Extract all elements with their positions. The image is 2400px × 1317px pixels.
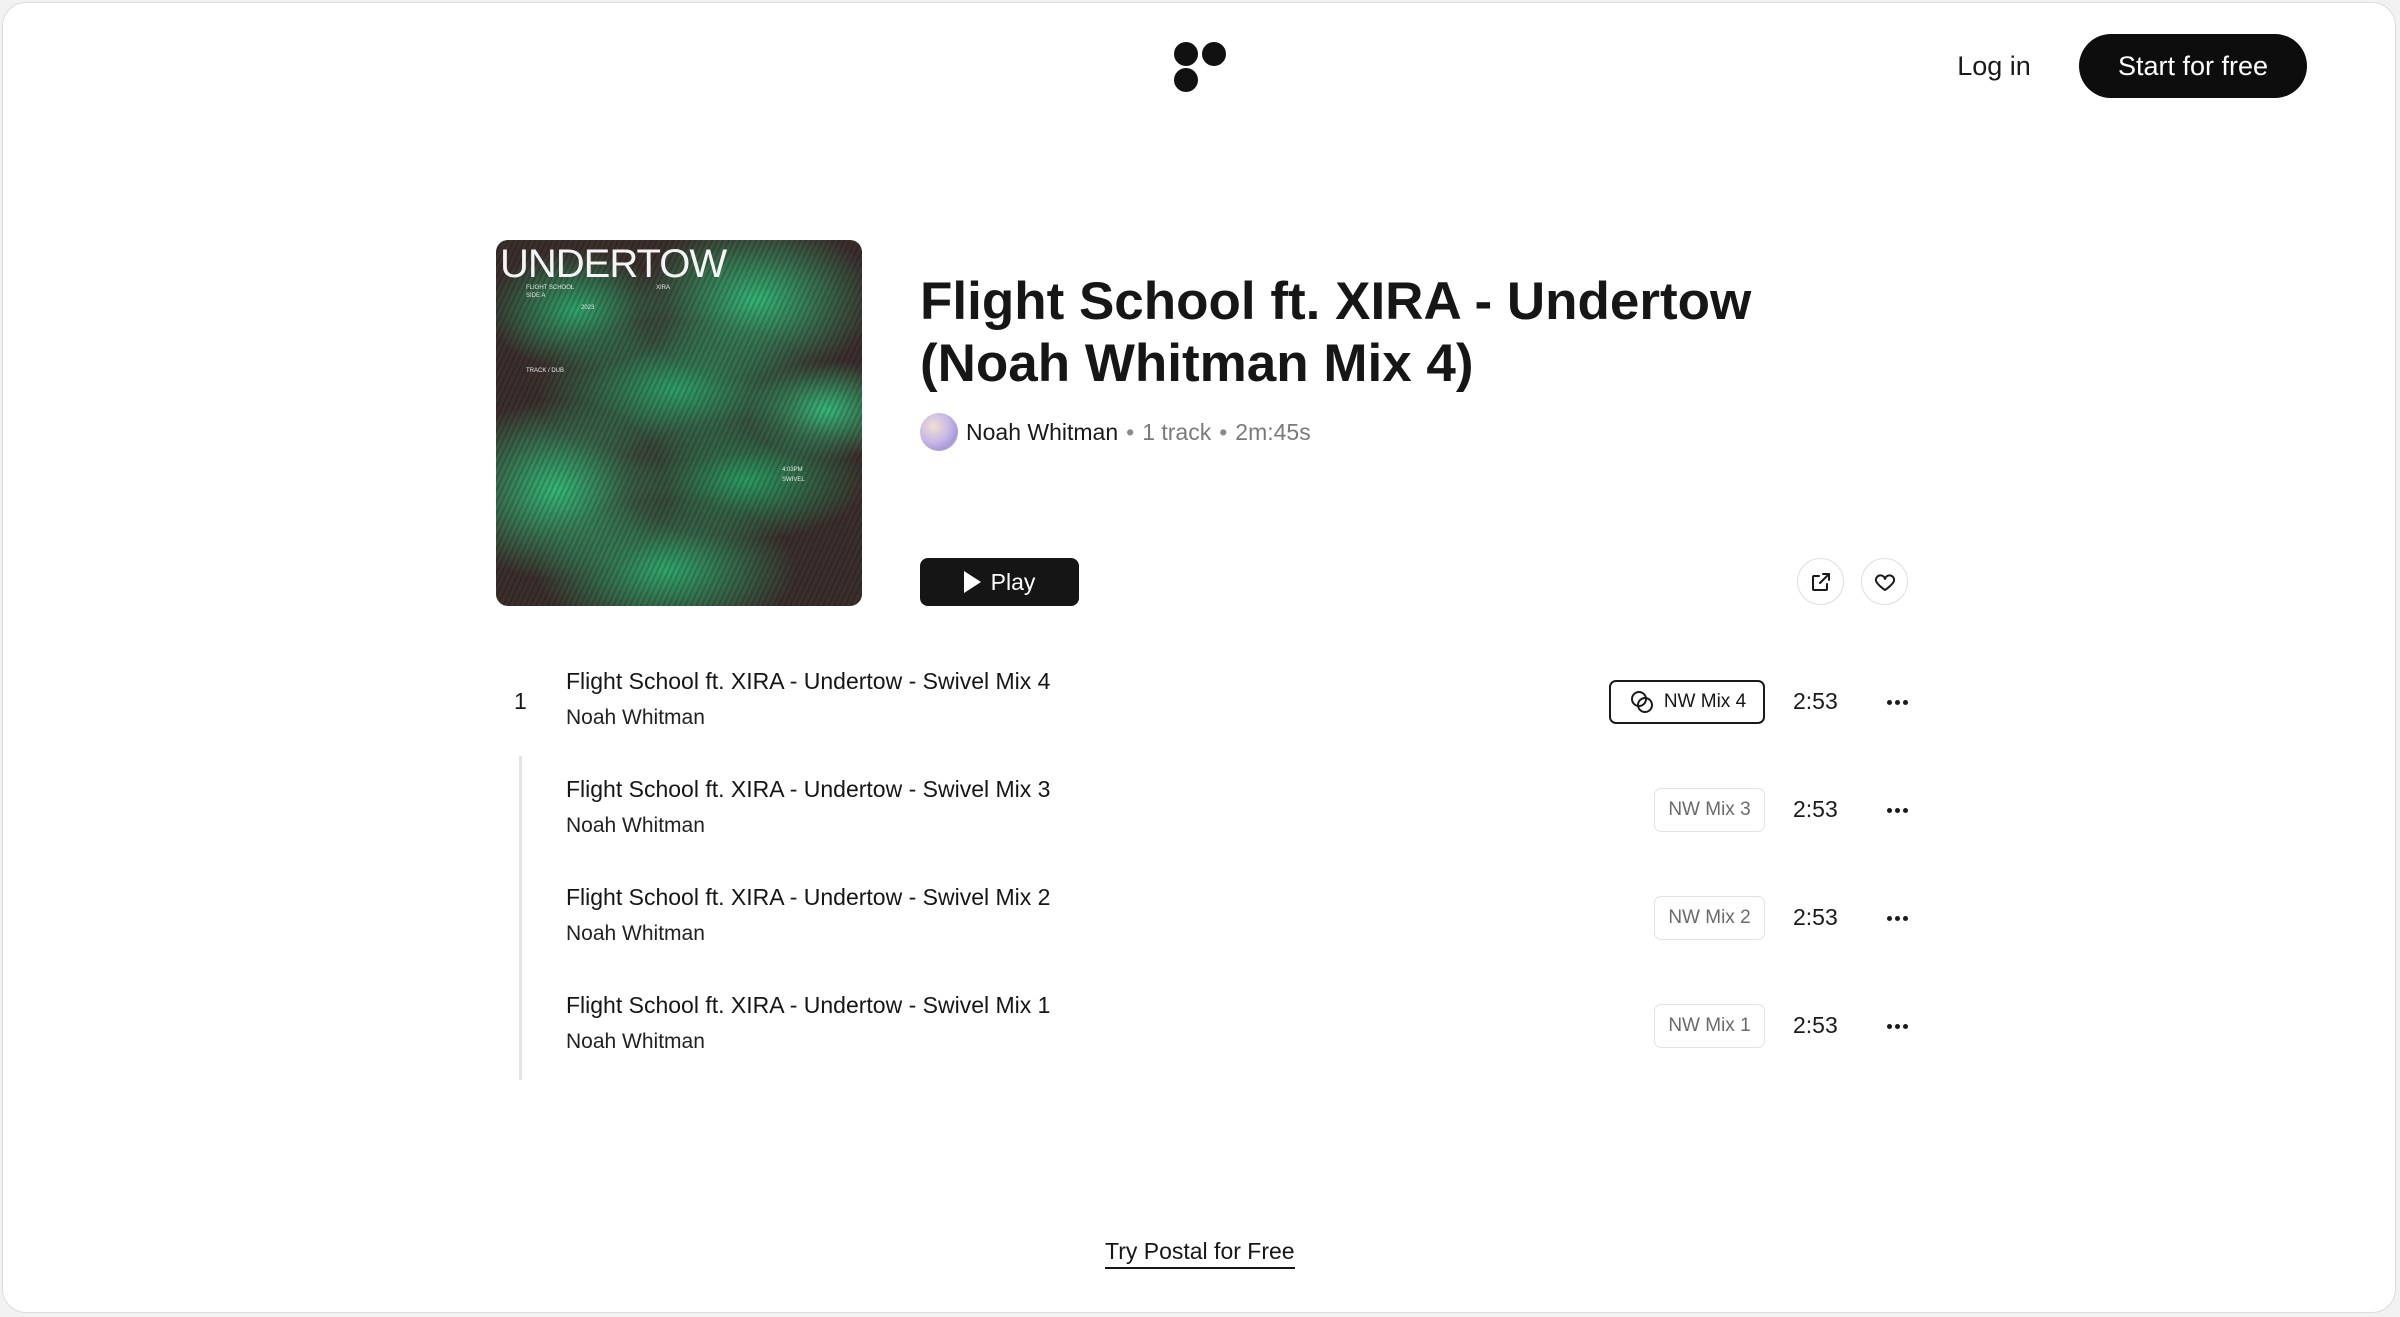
page-title: Flight School ft. XIRA - Undertow (Noah … — [920, 272, 1752, 393]
heart-icon — [1874, 573, 1895, 591]
album-meta: Noah Whitman • 1 track • 2m:45s — [920, 412, 1311, 452]
track-duration: 2:53 — [1793, 796, 1838, 822]
cover-text: XIRA — [656, 285, 671, 291]
cover-title: UNDERTOW — [500, 242, 727, 286]
track-duration: 2:53 — [1793, 688, 1838, 714]
cover-text: SIDE A — [526, 293, 546, 299]
track-artist[interactable]: Noah Whitman — [566, 1030, 705, 1054]
track-duration: 2:53 — [1793, 1012, 1838, 1038]
track-artist[interactable]: Noah Whitman — [566, 814, 705, 838]
version-label: NW Mix 4 — [1663, 691, 1747, 712]
version-tag-active[interactable]: NW Mix 4 — [1609, 680, 1765, 724]
logo-dot — [1174, 42, 1198, 66]
more-options-icon[interactable] — [1879, 906, 1915, 930]
cover-text: FLIGHT SCHOOL — [526, 285, 575, 291]
logo[interactable] — [1174, 39, 1232, 95]
cover-text: SWIVEL — [782, 477, 805, 483]
track-title[interactable]: Flight School ft. XIRA - Undertow - Swiv… — [566, 884, 1050, 911]
track-row[interactable]: Flight School ft. XIRA - Undertow - Swiv… — [496, 776, 1916, 866]
total-duration: 2m:45s — [1235, 418, 1311, 445]
logo-dot — [1174, 68, 1198, 92]
album-cover: UNDERTOW FLIGHT SCHOOL SIDE A XIRA 2023 … — [496, 240, 862, 606]
external-share-icon — [1811, 572, 1830, 591]
version-label: NW Mix 3 — [1668, 799, 1751, 820]
app-window: Log in Start for free UNDERTOW FLIGHT SC… — [2, 2, 2396, 1313]
track-row[interactable]: Flight School ft. XIRA - Undertow - Swiv… — [496, 884, 1916, 974]
track-duration: 2:53 — [1793, 904, 1838, 930]
more-options-icon[interactable] — [1879, 798, 1915, 822]
cover-text: 4:03PM — [782, 467, 803, 473]
login-link[interactable]: Log in — [1939, 43, 2049, 89]
like-button[interactable] — [1861, 558, 1908, 605]
track-artist[interactable]: Noah Whitman — [566, 706, 705, 730]
play-icon — [963, 571, 981, 593]
version-label: NW Mix 1 — [1668, 1015, 1751, 1036]
track-artist[interactable]: Noah Whitman — [566, 922, 705, 946]
track-title[interactable]: Flight School ft. XIRA - Undertow - Swiv… — [566, 668, 1050, 695]
version-label: NW Mix 2 — [1668, 907, 1751, 928]
play-label: Play — [990, 568, 1036, 595]
play-button[interactable]: Play — [920, 558, 1079, 606]
track-row[interactable]: 1 Flight School ft. XIRA - Undertow - Sw… — [496, 668, 1916, 758]
share-button[interactable] — [1797, 558, 1844, 605]
separator-dot: • — [1219, 418, 1228, 445]
version-tag[interactable]: NW Mix 2 — [1654, 896, 1765, 940]
start-for-free-button[interactable]: Start for free — [2079, 34, 2307, 98]
avatar[interactable] — [920, 413, 958, 451]
cover-text: TRACK / DUB — [526, 368, 565, 374]
version-tag[interactable]: NW Mix 3 — [1654, 788, 1765, 832]
artist-link[interactable]: Noah Whitman — [966, 419, 1118, 446]
logo-dot — [1202, 42, 1226, 66]
track-title[interactable]: Flight School ft. XIRA - Undertow - Swiv… — [566, 992, 1050, 1019]
separator-dot: • — [1126, 418, 1135, 445]
versions-icon — [1630, 691, 1653, 713]
track-title[interactable]: Flight School ft. XIRA - Undertow - Swiv… — [566, 776, 1050, 803]
track-row[interactable]: Flight School ft. XIRA - Undertow - Swiv… — [496, 992, 1916, 1082]
more-options-icon[interactable] — [1879, 690, 1915, 714]
cover-text: 2023 — [581, 305, 595, 311]
track-number: 1 — [514, 688, 527, 714]
try-postal-link[interactable]: Try Postal for Free — [1105, 1238, 1295, 1269]
version-tag[interactable]: NW Mix 1 — [1654, 1004, 1765, 1048]
track-count: 1 track — [1142, 418, 1212, 445]
more-options-icon[interactable] — [1879, 1014, 1915, 1038]
